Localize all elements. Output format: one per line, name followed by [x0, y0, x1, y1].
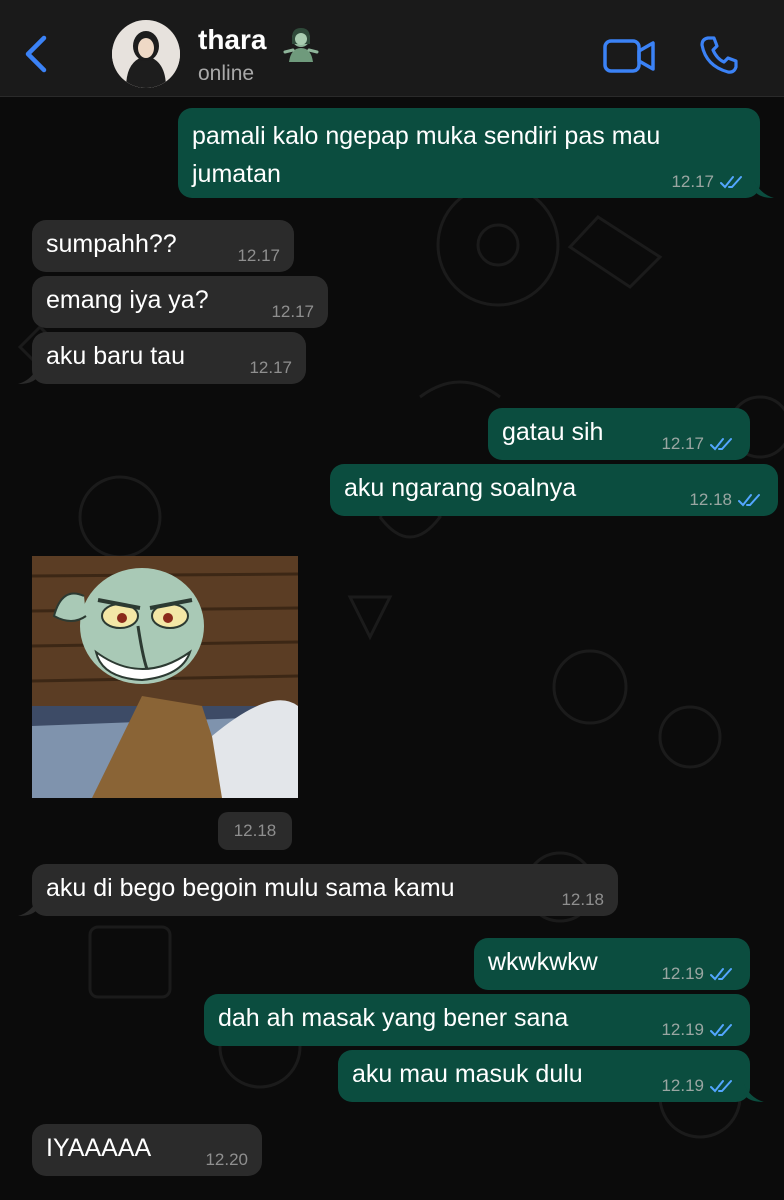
double-check-read-icon	[720, 176, 742, 189]
message-time: 12.19	[661, 964, 736, 984]
video-call-icon[interactable]	[600, 36, 658, 76]
message-text: pamali kalo ngepap muka sendiri pas mau …	[192, 122, 661, 188]
incoming-message[interactable]: aku di bego begoin mulu sama kamu 12.18	[32, 864, 618, 916]
message-text: dah ah masak yang bener sana	[218, 1004, 569, 1032]
message-text: emang iya ya?	[46, 286, 209, 314]
bubble-tail	[18, 898, 38, 916]
message-text: aku mau masuk dulu	[352, 1060, 583, 1088]
incoming-message[interactable]: IYAAAAA 12.20	[32, 1124, 262, 1176]
message-text: aku baru tau	[46, 342, 185, 370]
message-text: sumpahh??	[46, 230, 177, 258]
double-check-read-icon	[710, 1024, 732, 1037]
message-time: 12.20	[205, 1150, 248, 1169]
outgoing-message[interactable]: dah ah masak yang bener sana 12.19	[204, 994, 750, 1046]
incoming-message[interactable]: sumpahh?? 12.17	[32, 220, 294, 272]
message-time: 12.19	[661, 1076, 736, 1096]
message-text: aku di bego begoin mulu sama kamu	[46, 874, 455, 902]
contact-status: online	[198, 62, 255, 85]
message-time: 12.17	[661, 434, 736, 454]
chat-header: thara online	[0, 0, 784, 97]
message-text: wkwkwkw	[488, 948, 598, 976]
contact-name[interactable]: thara	[198, 24, 266, 56]
outgoing-message[interactable]: aku mau masuk dulu 12.19	[338, 1050, 750, 1102]
outgoing-message[interactable]: aku ngarang soalnya 12.18	[330, 464, 778, 516]
double-check-read-icon	[710, 438, 732, 451]
double-check-read-icon	[710, 1080, 732, 1093]
message-time: 12.19	[661, 1020, 736, 1040]
message-time: 12.18	[689, 490, 764, 510]
zombie-woman-emoji-icon	[283, 28, 319, 62]
outgoing-message[interactable]: gatau sih 12.17	[488, 408, 750, 460]
bubble-tail	[744, 1084, 764, 1102]
message-time: 12.17	[671, 172, 746, 192]
sticker-time: 12.18	[218, 812, 292, 850]
message-time: 12.17	[237, 246, 280, 265]
message-text: IYAAAAA	[46, 1134, 152, 1162]
outgoing-message[interactable]: pamali kalo ngepap muka sendiri pas mau …	[178, 108, 760, 198]
message-time: 12.17	[249, 358, 292, 377]
back-chevron-icon[interactable]	[16, 32, 56, 76]
message-text: gatau sih	[502, 418, 604, 446]
message-text: aku ngarang soalnya	[344, 474, 577, 502]
incoming-message[interactable]: emang iya ya? 12.17	[32, 276, 328, 328]
avatar[interactable]	[112, 20, 180, 88]
incoming-message[interactable]: aku baru tau 12.17	[32, 332, 306, 384]
bubble-tail	[18, 366, 38, 384]
bubble-tail	[754, 180, 774, 198]
message-time: 12.17	[271, 302, 314, 321]
double-check-read-icon	[738, 494, 760, 507]
angry-squidward-sticker[interactable]	[32, 556, 298, 798]
outgoing-message[interactable]: wkwkwkw 12.19	[474, 938, 750, 990]
double-check-read-icon	[710, 968, 732, 981]
message-time: 12.18	[561, 890, 604, 909]
phone-icon[interactable]	[696, 32, 742, 78]
